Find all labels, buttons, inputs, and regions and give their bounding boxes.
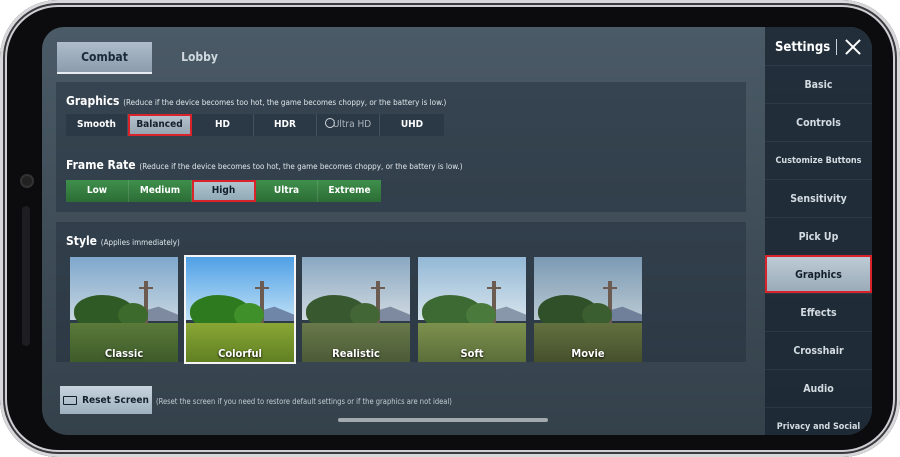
sidebar-item-sensitivity[interactable]: Sensitivity	[765, 179, 872, 217]
style-option-soft[interactable]: Soft	[418, 257, 526, 362]
close-icon[interactable]	[843, 37, 863, 57]
sidebar-item-effects[interactable]: Effects	[765, 293, 872, 331]
style-option-label: Realistic	[332, 347, 380, 360]
selection-corner-mark	[186, 257, 190, 261]
phone-frame: Combat Lobby Graphics (Reduce if the dev…	[0, 0, 900, 457]
graphics-panel: Graphics (Reduce if the device becomes t…	[56, 82, 746, 212]
style-note: (Applies immediately)	[100, 238, 180, 247]
screen-icon	[63, 395, 78, 405]
frame-rate-option-medium[interactable]: Medium	[129, 180, 192, 202]
frame-rate-option-extreme[interactable]: Extreme	[318, 180, 381, 202]
reset-screen-note: (Reset the screen if you need to restore…	[156, 397, 452, 406]
tab-combat[interactable]: Combat	[57, 42, 152, 72]
front-camera	[22, 176, 32, 186]
style-option-label: Movie	[571, 347, 605, 360]
sidebar-item-pick-up[interactable]: Pick Up	[765, 217, 872, 255]
header-divider	[836, 39, 838, 55]
graphics-note: (Reduce if the device becomes too hot, t…	[123, 98, 447, 107]
top-tab-bar: Combat Lobby	[57, 42, 247, 72]
sidebar-item-audio[interactable]: Audio	[765, 369, 872, 407]
frame-rate-selector: Low Medium High Ultra Extreme	[66, 180, 381, 202]
sidebar-item-basic[interactable]: Basic	[765, 65, 872, 103]
style-option-colorful[interactable]: Colorful	[186, 257, 294, 362]
tab-lobby[interactable]: Lobby	[152, 42, 247, 72]
active-tab-indicator	[57, 72, 152, 74]
settings-screen: Combat Lobby Graphics (Reduce if the dev…	[42, 27, 872, 435]
graphics-option-ultra-hd-label: Ultra HD	[332, 119, 372, 130]
style-option-label: Classic	[104, 347, 144, 360]
graphics-title: Graphics	[66, 94, 120, 108]
sidebar-item-controls[interactable]: Controls	[765, 103, 872, 141]
frame-rate-title: Frame Rate	[66, 158, 136, 172]
graphics-option-uhd[interactable]: UHD	[380, 114, 444, 136]
sidebar-item-privacy-and-social[interactable]: Privacy and Social	[765, 407, 872, 435]
graphics-option-balanced[interactable]: Balanced	[128, 114, 192, 136]
style-option-classic[interactable]: Classic	[70, 257, 178, 362]
frame-rate-option-ultra[interactable]: Ultra	[256, 180, 318, 202]
graphics-section-title: Graphics (Reduce if the device becomes t…	[66, 94, 446, 108]
style-option-realistic[interactable]: Realistic	[302, 257, 410, 362]
frame-rate-note: (Reduce if the device becomes too hot, t…	[139, 162, 463, 171]
sidebar-item-crosshair[interactable]: Crosshair	[765, 331, 872, 369]
settings-sidebar: Settings Basic Controls Customize Button…	[765, 27, 872, 435]
frame-rate-option-high[interactable]: High	[192, 180, 256, 202]
graphics-option-smooth[interactable]: Smooth	[66, 114, 128, 136]
side-notch	[22, 206, 30, 346]
settings-title: Settings	[775, 39, 831, 55]
style-panel: Style (Applies immediately) Classic Colo…	[56, 222, 746, 362]
sidebar-item-customize-buttons[interactable]: Customize Buttons	[765, 141, 872, 179]
graphics-option-hdr[interactable]: HDR	[254, 114, 317, 136]
frame-rate-option-low[interactable]: Low	[66, 180, 129, 202]
reset-screen-button[interactable]: Reset Screen	[60, 386, 152, 414]
sidebar-item-graphics[interactable]: Graphics	[765, 255, 872, 293]
graphics-option-hd[interactable]: HD	[192, 114, 254, 136]
selection-corner-mark	[290, 257, 294, 261]
graphics-quality-selector: Smooth Balanced HD HDR Ultra HD UHD	[66, 114, 444, 136]
style-option-label: Soft	[460, 347, 484, 360]
style-title: Style	[66, 234, 97, 248]
reset-screen-label: Reset Screen	[82, 394, 149, 406]
sidebar-header: Settings	[775, 35, 863, 59]
frame-rate-section-title: Frame Rate (Reduce if the device becomes…	[66, 158, 463, 172]
graphics-option-ultra-hd[interactable]: Ultra HD	[317, 114, 380, 136]
style-option-label: Colorful	[218, 347, 262, 360]
home-indicator[interactable]	[338, 418, 548, 422]
style-section-title: Style (Applies immediately)	[66, 234, 180, 248]
style-option-movie[interactable]: Movie	[534, 257, 642, 362]
